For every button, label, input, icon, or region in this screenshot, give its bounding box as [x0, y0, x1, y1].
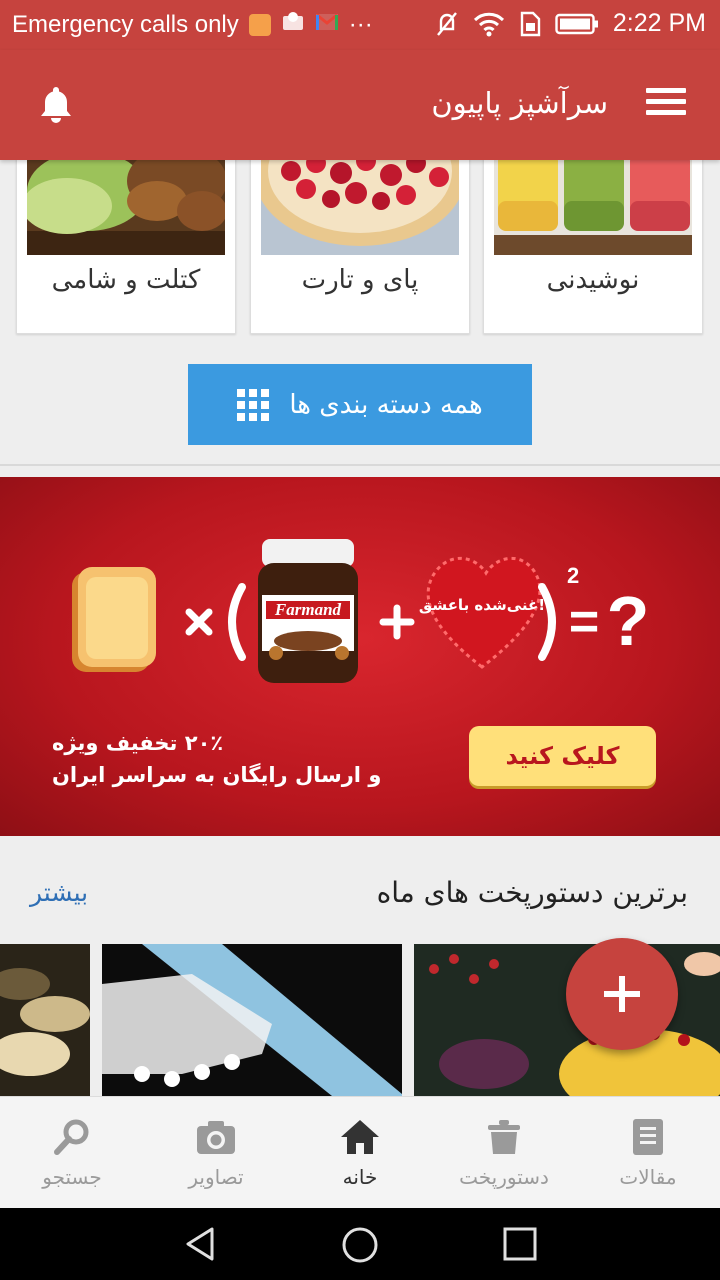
category-row: کتلت و شامی پای و تارت نوشیدنی [0, 150, 720, 334]
section-divider [0, 464, 720, 466]
hamburger-icon-bar-3 [646, 110, 686, 115]
gmail-icon [315, 11, 339, 39]
wifi-icon [473, 11, 505, 37]
nav-item-home[interactable]: خانه [288, 1097, 432, 1209]
nav-item-photos[interactable]: تصاویر [144, 1097, 288, 1209]
open-paren-icon [228, 583, 246, 661]
search-icon [54, 1119, 89, 1155]
nav-label: خانه [342, 1165, 378, 1189]
back-icon[interactable] [182, 1226, 218, 1262]
mute-icon [435, 11, 459, 37]
plus-icon [604, 976, 640, 1012]
all-categories-label: همه دسته بندی ها [289, 389, 483, 420]
recipe-card[interactable] [0, 944, 90, 1096]
exponent-text: 2 [567, 563, 579, 588]
category-label: پای و تارت [301, 265, 419, 295]
add-recipe-button[interactable] [566, 938, 678, 1050]
nav-label: مقالات [619, 1165, 677, 1189]
home-circle-icon[interactable] [341, 1226, 379, 1264]
heart-text: غنی‌شده باعشق! [419, 596, 545, 614]
hamburger-icon-bar-2 [646, 99, 686, 104]
bell-icon [41, 87, 71, 123]
system-nav-bar [0, 1208, 720, 1280]
notifications-button[interactable] [34, 82, 78, 126]
category-image-drinks [494, 151, 692, 255]
grid-icon [237, 388, 270, 421]
banner-offer-text: ۲۰٪ تخفیف ویژه و ارسال رایگان به سراسر ا… [52, 727, 381, 791]
category-label: کتلت و شامی [51, 265, 201, 295]
mail-notification-icon [281, 10, 305, 39]
more-link[interactable]: بیشتر [30, 878, 88, 907]
category-card-pie[interactable]: پای و تارت [250, 150, 470, 334]
app-screen: Emergency calls only ··· 2:22 PM سرآشپز … [0, 0, 720, 1280]
more-notifications-icon: ··· [348, 10, 373, 38]
banner-cta-button[interactable]: کلیک کنید [469, 726, 656, 786]
status-right: 2:22 PM [435, 9, 706, 38]
multiply-icon [185, 608, 213, 636]
category-image-pie [261, 151, 459, 255]
discount-text: ۲۰٪ تخفیف ویژه [52, 731, 224, 755]
camera-icon [197, 1121, 235, 1154]
nav-label: تصاویر [188, 1165, 244, 1189]
equals-text: = [569, 593, 599, 651]
recipe-image [0, 944, 90, 1096]
article-icon [633, 1119, 663, 1155]
nav-item-articles[interactable]: مقالات [576, 1097, 720, 1209]
nav-label: جستجو [42, 1165, 102, 1189]
question-text: ? [607, 582, 650, 660]
pot-icon [488, 1120, 520, 1154]
toast-icon [72, 567, 156, 672]
category-card-drinks[interactable]: نوشیدنی [483, 150, 703, 334]
recents-icon[interactable] [502, 1226, 538, 1262]
battery-icon [555, 12, 599, 36]
home-icon [341, 1120, 379, 1154]
promo-banner[interactable]: Farmand غنی‌شده باعشق! 2 = ? ۲۰٪ تخفیف و… [0, 477, 720, 836]
close-paren-icon [538, 583, 556, 661]
nav-item-recipes[interactable]: دستورپخت [432, 1097, 576, 1209]
app-title: سرآشپز پاپیون [431, 86, 608, 120]
recipe-card[interactable] [414, 944, 720, 1096]
all-categories-button[interactable]: همه دسته بندی ها [188, 364, 532, 445]
sim-icon [519, 11, 541, 37]
category-image-cutlet [27, 151, 225, 255]
carrier-text: Emergency calls only [12, 10, 239, 38]
recipe-image [414, 944, 720, 1096]
app-bar: سرآشپز پاپیون [0, 50, 720, 160]
category-label: نوشیدنی [546, 265, 640, 295]
clock-time: 2:22 PM [612, 9, 706, 37]
menu-button[interactable] [646, 88, 686, 120]
nav-item-search[interactable]: جستجو [0, 1097, 144, 1209]
bottom-nav: مقالات دستورپخت خانه تصاویر جستجو [0, 1096, 720, 1208]
plus-sign-icon [379, 604, 415, 640]
top-recipes-title: برترین دستورپخت های ماه [376, 876, 688, 909]
shipping-text: و ارسال رایگان به سراسر ایران [52, 763, 382, 787]
hamburger-icon-bar-1 [646, 88, 686, 93]
recipe-image [102, 944, 402, 1096]
category-card-cutlet[interactable]: کتلت و شامی [16, 150, 236, 334]
jar-brand-label: Farmand [274, 600, 342, 619]
recipe-card[interactable] [102, 944, 402, 1096]
nav-label: دستورپخت [459, 1165, 549, 1189]
status-bar: Emergency calls only ··· 2:22 PM [0, 0, 720, 50]
notification-app-icon [248, 13, 271, 36]
status-left: Emergency calls only ··· [12, 10, 373, 39]
